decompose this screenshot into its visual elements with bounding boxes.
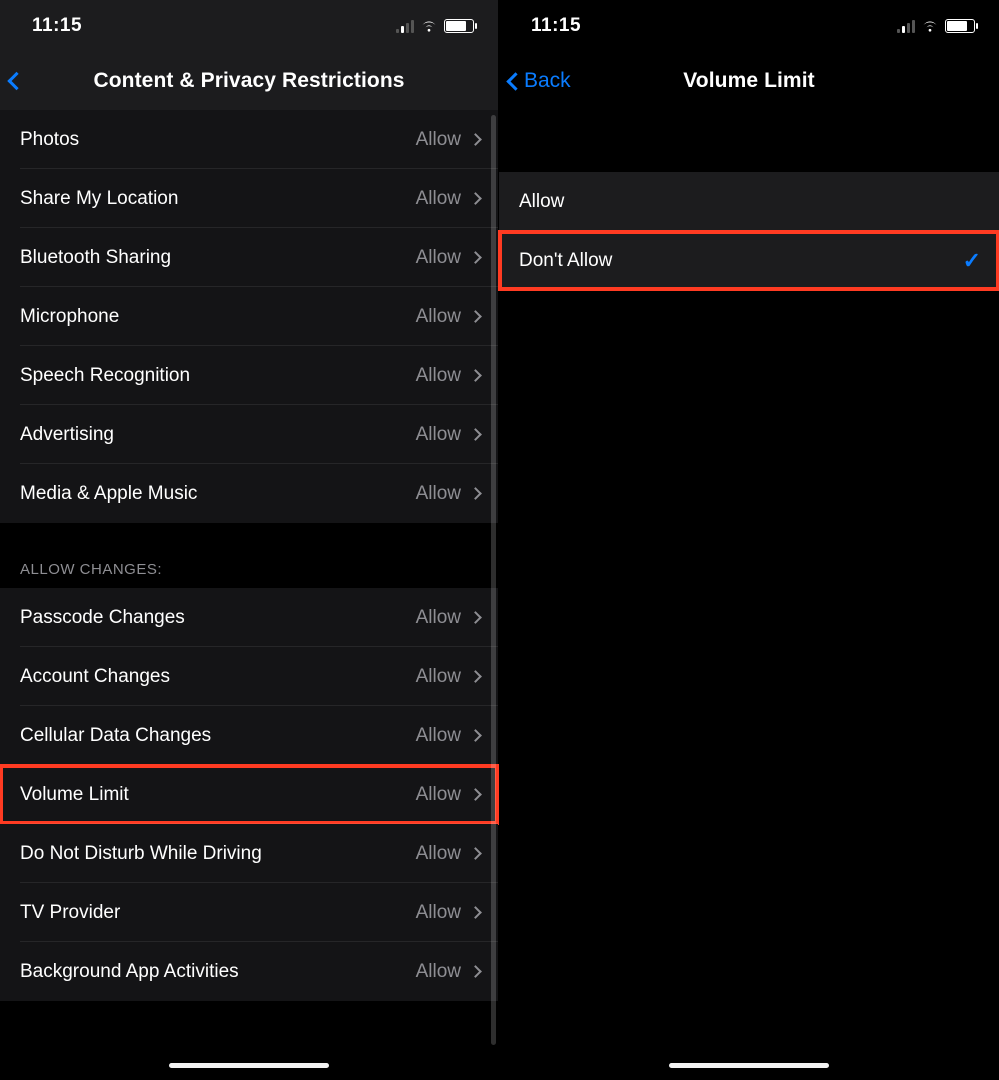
row-label: Volume Limit xyxy=(20,784,416,806)
screen-volume-limit: 11:15 Back Volume Limit Allow Don't Allow… xyxy=(499,0,999,1080)
settings-row[interactable]: PhotosAllow xyxy=(0,110,498,169)
scrollbar[interactable] xyxy=(491,115,496,1045)
row-value: Allow xyxy=(416,725,461,747)
chevron-right-icon xyxy=(469,251,482,264)
settings-row[interactable]: Cellular Data ChangesAllow xyxy=(0,706,498,765)
status-time: 11:15 xyxy=(531,15,581,37)
options-list: Allow Don't Allow✓ xyxy=(499,172,999,290)
row-value: Allow xyxy=(416,247,461,269)
settings-row[interactable]: Speech RecognitionAllow xyxy=(0,346,498,405)
chevron-right-icon xyxy=(469,965,482,978)
row-label: Media & Apple Music xyxy=(20,483,416,505)
settings-row[interactable]: Account ChangesAllow xyxy=(0,647,498,706)
settings-row[interactable]: Volume LimitAllow xyxy=(0,765,498,824)
home-indicator[interactable] xyxy=(669,1063,829,1068)
row-value: Allow xyxy=(416,961,461,983)
status-bar: 11:15 xyxy=(499,0,999,52)
chevron-right-icon xyxy=(469,369,482,382)
status-bar: 11:15 xyxy=(0,0,498,52)
battery-icon xyxy=(945,19,975,33)
wifi-icon xyxy=(921,19,939,33)
chevron-right-icon xyxy=(469,729,482,742)
wifi-icon xyxy=(420,19,438,33)
chevron-right-icon xyxy=(469,847,482,860)
status-icons xyxy=(396,19,474,33)
cellular-signal-icon xyxy=(897,19,915,33)
row-label: Share My Location xyxy=(20,188,416,210)
row-value: Allow xyxy=(416,188,461,210)
row-label: Speech Recognition xyxy=(20,365,416,387)
settings-row[interactable]: Do Not Disturb While DrivingAllow xyxy=(0,824,498,883)
row-label: Advertising xyxy=(20,424,416,446)
status-time: 11:15 xyxy=(32,15,82,37)
row-label: Account Changes xyxy=(20,666,416,688)
row-value: Allow xyxy=(416,843,461,865)
row-label: Microphone xyxy=(20,306,416,328)
row-label: Background App Activities xyxy=(20,961,416,983)
row-value: Allow xyxy=(416,483,461,505)
chevron-right-icon xyxy=(469,310,482,323)
chevron-back-icon xyxy=(7,72,25,90)
cellular-signal-icon xyxy=(396,19,414,33)
settings-row[interactable]: MicrophoneAllow xyxy=(0,287,498,346)
page-title: Volume Limit xyxy=(499,69,999,93)
option-label: Allow xyxy=(519,191,981,213)
option-row[interactable]: Don't Allow✓ xyxy=(499,231,999,290)
row-value: Allow xyxy=(416,365,461,387)
home-indicator[interactable] xyxy=(169,1063,329,1068)
settings-row[interactable]: Background App ActivitiesAllow xyxy=(0,942,498,1001)
row-value: Allow xyxy=(416,306,461,328)
chevron-right-icon xyxy=(469,788,482,801)
chevron-right-icon xyxy=(469,487,482,500)
checkmark-icon: ✓ xyxy=(963,248,981,274)
row-value: Allow xyxy=(416,607,461,629)
back-button[interactable]: Back xyxy=(509,69,571,93)
back-button[interactable] xyxy=(10,75,23,88)
settings-list-group-1: PhotosAllowShare My LocationAllowBluetoo… xyxy=(0,110,498,523)
chevron-right-icon xyxy=(469,428,482,441)
option-row[interactable]: Allow xyxy=(499,172,999,231)
option-label: Don't Allow xyxy=(519,250,963,272)
chevron-right-icon xyxy=(469,133,482,146)
settings-list-group-2: Passcode ChangesAllowAccount ChangesAllo… xyxy=(0,588,498,1001)
chevron-right-icon xyxy=(469,670,482,683)
chevron-back-icon xyxy=(506,72,524,90)
settings-row[interactable]: Passcode ChangesAllow xyxy=(0,588,498,647)
row-label: TV Provider xyxy=(20,902,416,924)
back-label: Back xyxy=(524,69,571,93)
nav-header: Back Volume Limit xyxy=(499,52,999,110)
row-value: Allow xyxy=(416,129,461,151)
row-label: Photos xyxy=(20,129,416,151)
settings-row[interactable]: Media & Apple MusicAllow xyxy=(0,464,498,523)
row-label: Passcode Changes xyxy=(20,607,416,629)
settings-row[interactable]: TV ProviderAllow xyxy=(0,883,498,942)
settings-row[interactable]: Bluetooth SharingAllow xyxy=(0,228,498,287)
settings-row[interactable]: AdvertisingAllow xyxy=(0,405,498,464)
chevron-right-icon xyxy=(469,611,482,624)
row-label: Do Not Disturb While Driving xyxy=(20,843,416,865)
row-value: Allow xyxy=(416,784,461,806)
chevron-right-icon xyxy=(469,906,482,919)
spacer xyxy=(499,110,999,172)
battery-icon xyxy=(444,19,474,33)
page-title: Content & Privacy Restrictions xyxy=(0,69,498,93)
nav-header: Content & Privacy Restrictions xyxy=(0,52,498,110)
screen-content-privacy: 11:15 Content & Privacy Restrictions Pho… xyxy=(0,0,499,1080)
row-label: Cellular Data Changes xyxy=(20,725,416,747)
row-value: Allow xyxy=(416,666,461,688)
settings-row[interactable]: Share My LocationAllow xyxy=(0,169,498,228)
row-label: Bluetooth Sharing xyxy=(20,247,416,269)
status-icons xyxy=(897,19,975,33)
row-value: Allow xyxy=(416,902,461,924)
chevron-right-icon xyxy=(469,192,482,205)
section-header-allow-changes: ALLOW CHANGES: xyxy=(0,523,498,588)
row-value: Allow xyxy=(416,424,461,446)
